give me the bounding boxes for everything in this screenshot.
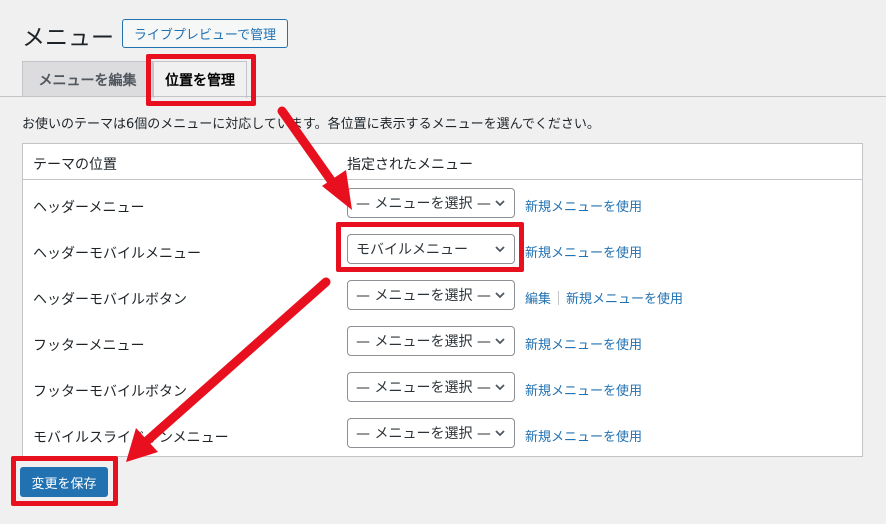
link-separator xyxy=(558,290,560,305)
chevron-down-icon xyxy=(495,430,505,437)
table-row: ヘッダーモバイルボタン — メニューを選択 — 編集 新規メニューを使用 xyxy=(23,273,862,319)
location-label: ヘッダーメニュー xyxy=(33,200,145,216)
column-header-assigned-menu: 指定されたメニュー xyxy=(347,157,473,173)
table-row: ヘッダーモバイルメニュー モバイルメニュー 新規メニューを使用 xyxy=(23,227,862,273)
column-header-location: テーマの位置 xyxy=(33,157,117,173)
table-row: フッターモバイルボタン — メニューを選択 — 新規メニューを使用 xyxy=(23,365,862,411)
chevron-down-icon xyxy=(495,338,505,345)
location-label: フッターモバイルボタン xyxy=(33,384,187,400)
use-new-menu-link[interactable]: 新規メニューを使用 xyxy=(525,196,642,215)
menu-select-value: — メニューを選択 — xyxy=(356,380,491,396)
table-row: ヘッダーメニュー — メニューを選択 — 新規メニューを使用 xyxy=(23,181,862,227)
chevron-down-icon xyxy=(495,200,505,207)
menu-select[interactable]: — メニューを選択 — xyxy=(347,326,515,356)
menu-select-value: — メニューを選択 — xyxy=(356,426,491,442)
live-preview-button[interactable]: ライブプレビューで管理 xyxy=(122,19,288,48)
use-new-menu-link[interactable]: 新規メニューを使用 xyxy=(525,334,642,353)
table-row: モバイルスライドインメニュー — メニューを選択 — 新規メニューを使用 xyxy=(23,411,862,457)
tabs-divider xyxy=(0,96,886,97)
menu-select[interactable]: — メニューを選択 — xyxy=(347,372,515,402)
table-header: テーマの位置 指定されたメニュー xyxy=(23,144,862,180)
locations-description: お使いのテーマは6個のメニューに対応しています。各位置に表示するメニューを選んで… xyxy=(22,117,600,132)
location-label: モバイルスライドインメニュー xyxy=(33,430,229,446)
use-new-menu-link[interactable]: 新規メニューを使用 xyxy=(525,426,642,445)
tab-edit-menus[interactable]: メニューを編集 xyxy=(22,61,153,97)
menu-select-value: — メニューを選択 — xyxy=(356,288,491,304)
menu-select-value: モバイルメニュー xyxy=(356,242,468,258)
location-label: ヘッダーモバイルボタン xyxy=(33,292,187,308)
menu-select-value: — メニューを選択 — xyxy=(356,196,491,212)
table-row: フッターメニュー — メニューを選択 — 新規メニューを使用 xyxy=(23,319,862,365)
menu-locations-table: テーマの位置 指定されたメニュー ヘッダーメニュー — メニューを選択 — 新規… xyxy=(22,143,863,457)
save-changes-button[interactable]: 変更を保存 xyxy=(20,467,108,497)
use-new-menu-link[interactable]: 新規メニューを使用 xyxy=(525,242,642,261)
menu-select[interactable]: — メニューを選択 — xyxy=(347,280,515,310)
use-new-menu-link[interactable]: 新規メニューを使用 xyxy=(525,380,642,399)
location-label: ヘッダーモバイルメニュー xyxy=(33,246,201,262)
menu-select[interactable]: — メニューを選択 — xyxy=(347,418,515,448)
location-label: フッターメニュー xyxy=(33,338,145,354)
menu-select[interactable]: — メニューを選択 — xyxy=(347,188,515,218)
menu-select-value: — メニューを選択 — xyxy=(356,334,491,350)
page-title: メニュー xyxy=(22,25,114,51)
chevron-down-icon xyxy=(495,246,505,253)
use-new-menu-link[interactable]: 新規メニューを使用 xyxy=(566,288,683,307)
chevron-down-icon xyxy=(495,384,505,391)
menu-select[interactable]: モバイルメニュー xyxy=(347,234,515,264)
edit-menu-link[interactable]: 編集 xyxy=(525,288,551,307)
tab-manage-locations[interactable]: 位置を管理 xyxy=(153,61,247,98)
chevron-down-icon xyxy=(495,292,505,299)
